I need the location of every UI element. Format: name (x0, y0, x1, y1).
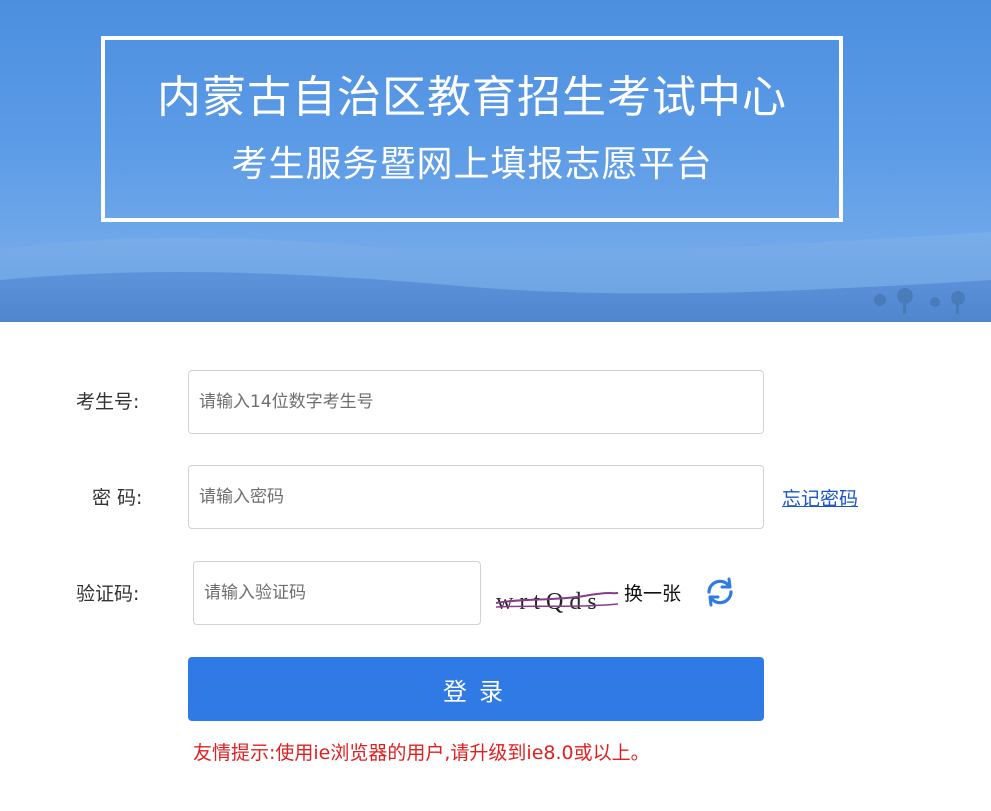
captcha-label: 验证码: (76, 583, 140, 605)
title-frame: 内蒙古自治区教育招生考试中心 考生服务暨网上填报志愿平台 (101, 36, 843, 222)
exam-id-input[interactable] (188, 370, 764, 434)
refresh-icon[interactable] (703, 575, 737, 609)
exam-id-label: 考生号: (76, 391, 140, 413)
site-title: 内蒙古自治区教育招生考试中心 (157, 72, 787, 123)
site-subtitle: 考生服务暨网上填报志愿平台 (231, 144, 713, 185)
password-input[interactable] (188, 465, 764, 529)
login-button[interactable]: 登录 (188, 657, 764, 721)
captcha-image[interactable]: wrtQds (494, 576, 620, 622)
header-banner: 内蒙古自治区教育招生考试中心 考生服务暨网上填报志愿平台 (0, 0, 991, 322)
password-label: 密 码: (92, 487, 143, 509)
forgot-password-link[interactable]: 忘记密码 (782, 484, 858, 511)
refresh-captcha-button[interactable]: 换一张 (624, 579, 681, 606)
browser-tip: 友情提示:使用ie浏览器的用户,请升级到ie8.0或以上。 (193, 742, 650, 764)
captcha-input[interactable] (193, 561, 481, 625)
